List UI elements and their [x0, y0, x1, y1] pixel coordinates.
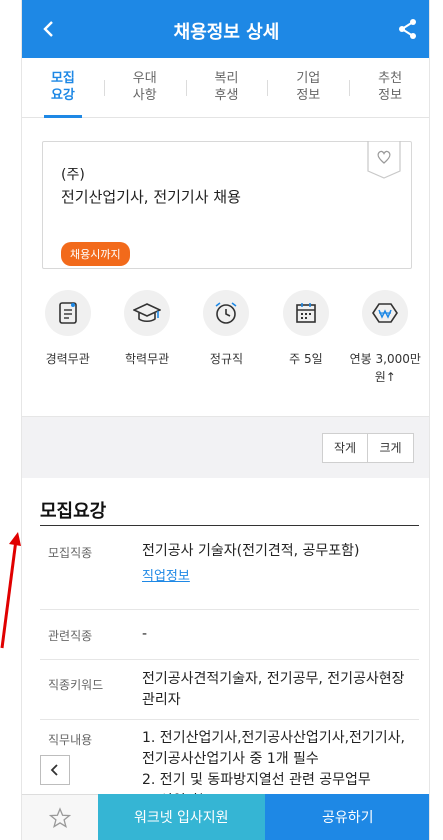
tab-benefits[interactable]: 복리후생 — [185, 58, 268, 117]
top-bar: 채용정보 상세 — [22, 0, 429, 58]
star-icon — [49, 806, 71, 828]
money-icon — [372, 303, 399, 323]
tab-recruitment[interactable]: 모집요강 — [22, 58, 104, 118]
favorite-button[interactable] — [367, 140, 401, 179]
chevron-left-icon — [50, 764, 58, 776]
info-row-keywords: 직종키워드 전기공사견적기술자, 전기공무, 전기공사현장관리자 — [40, 660, 419, 720]
font-size-band: 작게 크게 — [22, 416, 429, 478]
condition-employment-type: 정규직 — [188, 290, 264, 410]
annotation-arrow-icon — [0, 532, 21, 649]
tab-label-line1: 복리 — [214, 71, 239, 86]
tab-bar: 모집요강 우대사항 복리후생 기업정보 추천정보 — [22, 58, 429, 118]
calendar-icon — [296, 303, 316, 323]
info-row-value: 전기공사견적기술자, 전기공무, 전기공사현장관리자 — [142, 671, 405, 708]
job-conditions: 경력무관 학력무관 정규직 주 5일 연봉 3,000만 원↑ — [22, 290, 429, 410]
tab-label-line2: 요강 — [50, 88, 75, 103]
font-larger-button[interactable]: 크게 — [368, 433, 414, 463]
info-row-key: 직무내용 — [48, 733, 93, 747]
info-row-key: 모집직종 — [48, 546, 93, 560]
heart-bookmark-icon — [367, 140, 401, 179]
job-summary-card: (주) 전기산업기사, 전기기사 채용 채용시까지 — [42, 140, 412, 269]
share-icon — [399, 19, 416, 39]
info-row-value-text: 전기공사 기술자(전기견적, 공무포함) — [142, 543, 360, 559]
page-title: 채용정보 상세 — [173, 22, 280, 43]
condition-salary: 연봉 3,000만 원↑ — [347, 290, 423, 410]
apply-button[interactable]: 워크넷 입사지원 — [98, 794, 265, 840]
share-button[interactable] — [395, 16, 421, 42]
description-line: 1. 전기산업기사,전기공사산업기사,전기기사,전기공사산업기사 중 1개 필수 — [142, 730, 405, 767]
favorite-star-button[interactable] — [22, 794, 98, 840]
tab-label-line1: 추천 — [378, 71, 403, 86]
share-bottom-button[interactable]: 공유하기 — [264, 794, 429, 840]
graduation-cap-icon — [133, 303, 162, 323]
condition-label: 학력무관 — [124, 352, 170, 366]
info-row-key: 관련직종 — [48, 629, 93, 643]
job-detail-screen: 채용정보 상세 모집요강 우대사항 복리후생 기업정보 추천정보 (주) 전기산… — [21, 0, 430, 840]
info-row-job-description: 직무내용 1. 전기산업기사,전기공사산업기사,전기기사,전기공사산업기사 중 … — [40, 720, 419, 800]
info-row-value: - — [142, 626, 148, 642]
info-row-value: 1. 전기산업기사,전기공사산업기사,전기기사,전기공사산업기사 중 1개 필수… — [142, 728, 411, 800]
tab-label-line1: 모집 — [50, 71, 75, 86]
tab-label-line2: 후생 — [214, 88, 239, 103]
font-size-controls: 작게 크게 — [322, 433, 414, 463]
job-info-link[interactable]: 직업정보 — [142, 566, 411, 587]
condition-label: 연봉 3,000만 원↑ — [349, 352, 421, 384]
tab-label-line1: 기업 — [296, 71, 321, 86]
condition-work-days: 주 5일 — [268, 290, 344, 410]
tab-label-line2: 정보 — [378, 88, 403, 103]
condition-label: 경력무관 — [45, 352, 90, 366]
info-row-key: 직종키워드 — [48, 678, 104, 692]
condition-label: 정규직 — [209, 352, 244, 366]
tab-preferences[interactable]: 우대사항 — [103, 58, 186, 117]
tab-recommended[interactable]: 추천정보 — [349, 58, 429, 117]
tab-company-info[interactable]: 기업정보 — [267, 58, 349, 117]
tab-label-line2: 정보 — [296, 88, 321, 103]
info-row-value: 전기공사 기술자(전기견적, 공무포함) 직업정보 — [142, 541, 411, 587]
company-name: (주) — [61, 167, 85, 183]
condition-label: 주 5일 — [289, 352, 323, 366]
side-back-button[interactable] — [40, 755, 70, 785]
description-line: 2. 전기 및 동파방지열선 관련 공무업무 — [142, 772, 371, 788]
info-row-job-category: 모집직종 전기공사 기술자(전기견적, 공무포함) 직업정보 — [40, 526, 419, 610]
font-smaller-button[interactable]: 작게 — [322, 433, 368, 463]
tab-label-line1: 우대 — [132, 71, 157, 86]
deadline-badge: 채용시까지 — [61, 242, 130, 266]
bottom-action-bar: 워크넷 입사지원 공유하기 — [22, 794, 429, 840]
job-title: 전기산업기사, 전기기사 채용 — [61, 188, 241, 206]
section-title: 모집요강 — [40, 501, 107, 522]
document-icon — [58, 302, 77, 324]
tab-label-line2: 사항 — [132, 88, 157, 103]
alarm-clock-icon — [215, 302, 237, 324]
condition-career: 경력무관 — [30, 290, 106, 410]
condition-education: 학력무관 — [109, 290, 185, 410]
info-row-related-category: 관련직종 - — [40, 610, 419, 660]
